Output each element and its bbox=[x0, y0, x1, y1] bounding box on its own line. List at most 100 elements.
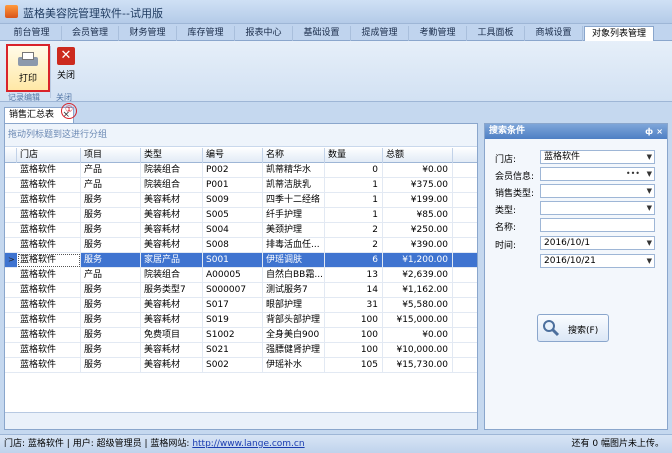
cell-store[interactable]: 蓝格软件 bbox=[17, 313, 81, 328]
cell-item[interactable]: 产品 bbox=[81, 163, 141, 178]
cell-name[interactable]: 背部头部护理 bbox=[263, 313, 325, 328]
cell-item[interactable]: 服务 bbox=[81, 358, 141, 373]
cell-type[interactable]: 服务类型7 bbox=[141, 283, 203, 298]
cell-quantity[interactable]: 105 bbox=[325, 358, 383, 373]
cell-store[interactable]: 蓝格软件 bbox=[17, 268, 81, 283]
cell-quantity[interactable]: 0 bbox=[325, 163, 383, 178]
cell-name[interactable]: 自然白BB霜... bbox=[263, 268, 325, 283]
cell-name[interactable]: 纤手护理 bbox=[263, 208, 325, 223]
cell-item[interactable]: 服务 bbox=[81, 208, 141, 223]
cell-name[interactable]: 凯蒂洁肤乳 bbox=[263, 178, 325, 193]
cell-quantity[interactable]: 6 bbox=[325, 253, 383, 268]
print-button[interactable]: 打印 bbox=[6, 44, 50, 92]
cell-store[interactable]: 蓝格软件 bbox=[17, 283, 81, 298]
cell-store[interactable]: 蓝格软件 bbox=[17, 253, 81, 268]
tab-tools[interactable]: 工具面板 bbox=[467, 26, 525, 41]
panel-close-icon[interactable]: × bbox=[656, 125, 663, 139]
cell-type[interactable]: 美容耗材 bbox=[141, 343, 203, 358]
cell-type[interactable]: 院装组合 bbox=[141, 178, 203, 193]
cell-type[interactable]: 院装组合 bbox=[141, 163, 203, 178]
tab-inventory[interactable]: 库存管理 bbox=[177, 26, 235, 41]
cell-name[interactable]: 伊瑶调肤 bbox=[263, 253, 325, 268]
table-row[interactable]: 蓝格软件 服务 美容耗材 S017 眼部护理 31 ¥5,580.00 bbox=[5, 298, 477, 313]
table-row[interactable]: 蓝格软件 服务 美容耗材 S008 排毒活血任... 2 ¥390.00 bbox=[5, 238, 477, 253]
member-info-field[interactable]: ••• ▼ bbox=[540, 167, 655, 181]
table-row[interactable]: 蓝格软件 服务 美容耗材 S004 美颈护理 2 ¥250.00 bbox=[5, 223, 477, 238]
cell-total[interactable]: ¥250.00 bbox=[383, 223, 453, 238]
table-row[interactable]: 蓝格软件 产品 院装组合 P002 凯蒂精华水 0 ¥0.00 bbox=[5, 163, 477, 178]
column-header-store[interactable]: 门店 bbox=[17, 148, 81, 163]
cell-type[interactable]: 免费项目 bbox=[141, 328, 203, 343]
cell-store[interactable]: 蓝格软件 bbox=[17, 358, 81, 373]
cell-total[interactable]: ¥15,730.00 bbox=[383, 358, 453, 373]
cell-item[interactable]: 服务 bbox=[81, 313, 141, 328]
column-header-item[interactable]: 项目 bbox=[81, 148, 141, 163]
cell-code[interactable]: S021 bbox=[203, 343, 263, 358]
cell-type[interactable]: 美容耗材 bbox=[141, 313, 203, 328]
cell-quantity[interactable]: 1 bbox=[325, 178, 383, 193]
close-button[interactable]: ✕ 关闭 bbox=[54, 44, 78, 92]
tab-reports[interactable]: 报表中心 bbox=[235, 26, 293, 41]
cell-name[interactable]: 测试服务7 bbox=[263, 283, 325, 298]
cell-quantity[interactable]: 100 bbox=[325, 313, 383, 328]
sale-type-select[interactable]: ▼ bbox=[540, 184, 655, 198]
table-row[interactable]: 蓝格软件 服务 美容耗材 S021 强膘健肾护理 100 ¥10,000.00 bbox=[5, 343, 477, 358]
cell-code[interactable]: S001 bbox=[203, 253, 263, 268]
cell-code[interactable]: S004 bbox=[203, 223, 263, 238]
cell-total[interactable]: ¥1,162.00 bbox=[383, 283, 453, 298]
cell-quantity[interactable]: 14 bbox=[325, 283, 383, 298]
end-date-picker[interactable]: 2016/10/21 ▼ bbox=[540, 254, 655, 268]
tab-commission[interactable]: 提成管理 bbox=[351, 26, 409, 41]
cell-quantity[interactable]: 100 bbox=[325, 343, 383, 358]
cell-type[interactable]: 美容耗材 bbox=[141, 358, 203, 373]
more-icon[interactable]: ••• bbox=[626, 168, 640, 180]
tab-attendance[interactable]: 考勤管理 bbox=[409, 26, 467, 41]
tab-object-list[interactable]: 对象列表管理 bbox=[584, 26, 654, 41]
cell-store[interactable]: 蓝格软件 bbox=[17, 328, 81, 343]
table-row[interactable]: 蓝格软件 产品 院装组合 P001 凯蒂洁肤乳 1 ¥375.00 bbox=[5, 178, 477, 193]
cell-store[interactable]: 蓝格软件 bbox=[17, 178, 81, 193]
cell-item[interactable]: 服务 bbox=[81, 283, 141, 298]
cell-code[interactable]: S005 bbox=[203, 208, 263, 223]
column-header-total[interactable]: 总额 bbox=[383, 148, 453, 163]
cell-name[interactable]: 四季十二经络 bbox=[263, 193, 325, 208]
tab-front-desk[interactable]: 前台管理 bbox=[2, 26, 62, 41]
cell-item[interactable]: 服务 bbox=[81, 253, 141, 268]
cell-store[interactable]: 蓝格软件 bbox=[17, 193, 81, 208]
cell-total[interactable]: ¥85.00 bbox=[383, 208, 453, 223]
cell-total[interactable]: ¥1,200.00 bbox=[383, 253, 453, 268]
cell-quantity[interactable]: 13 bbox=[325, 268, 383, 283]
tab-base-settings[interactable]: 基础设置 bbox=[293, 26, 351, 41]
column-header-quantity[interactable]: 数量 bbox=[325, 148, 383, 163]
column-header-code[interactable]: 编号 bbox=[203, 148, 263, 163]
table-row[interactable]: 蓝格软件 产品 院装组合 A00005 自然白BB霜... 13 ¥2,639.00 bbox=[5, 268, 477, 283]
cell-type[interactable]: 美容耗材 bbox=[141, 193, 203, 208]
cell-code[interactable]: S009 bbox=[203, 193, 263, 208]
cell-name[interactable]: 排毒活血任... bbox=[263, 238, 325, 253]
cell-total[interactable]: ¥0.00 bbox=[383, 163, 453, 178]
cell-item[interactable]: 服务 bbox=[81, 298, 141, 313]
cell-store[interactable]: 蓝格软件 bbox=[17, 298, 81, 313]
cell-name[interactable]: 全身美白900 bbox=[263, 328, 325, 343]
cell-total[interactable]: ¥15,000.00 bbox=[383, 313, 453, 328]
cell-total[interactable]: ¥10,000.00 bbox=[383, 343, 453, 358]
column-header-name[interactable]: 名称 bbox=[263, 148, 325, 163]
store-select[interactable]: 蓝格软件 ▼ bbox=[540, 150, 655, 164]
tab-mall-settings[interactable]: 商城设置 bbox=[525, 26, 583, 41]
tab-finance[interactable]: 财务管理 bbox=[119, 26, 177, 41]
cell-code[interactable]: S002 bbox=[203, 358, 263, 373]
table-row[interactable]: 蓝格软件 服务 美容耗材 S019 背部头部护理 100 ¥15,000.00 bbox=[5, 313, 477, 328]
table-row[interactable]: > 蓝格软件 服务 家居产品 S001 伊瑶调肤 6 ¥1,200.00 bbox=[5, 253, 477, 268]
table-row[interactable]: 蓝格软件 服务 服务类型7 S000007 测试服务7 14 ¥1,162.00 bbox=[5, 283, 477, 298]
cell-name[interactable]: 眼部护理 bbox=[263, 298, 325, 313]
cell-code[interactable]: S1002 bbox=[203, 328, 263, 343]
cell-code[interactable]: S008 bbox=[203, 238, 263, 253]
name-input[interactable] bbox=[540, 218, 655, 232]
cell-item[interactable]: 产品 bbox=[81, 268, 141, 283]
cell-item[interactable]: 产品 bbox=[81, 178, 141, 193]
table-row[interactable]: 蓝格软件 服务 美容耗材 S009 四季十二经络 1 ¥199.00 bbox=[5, 193, 477, 208]
cell-type[interactable]: 院装组合 bbox=[141, 268, 203, 283]
cell-quantity[interactable]: 100 bbox=[325, 328, 383, 343]
table-row[interactable]: 蓝格软件 服务 美容耗材 S005 纤手护理 1 ¥85.00 bbox=[5, 208, 477, 223]
cell-type[interactable]: 美容耗材 bbox=[141, 298, 203, 313]
